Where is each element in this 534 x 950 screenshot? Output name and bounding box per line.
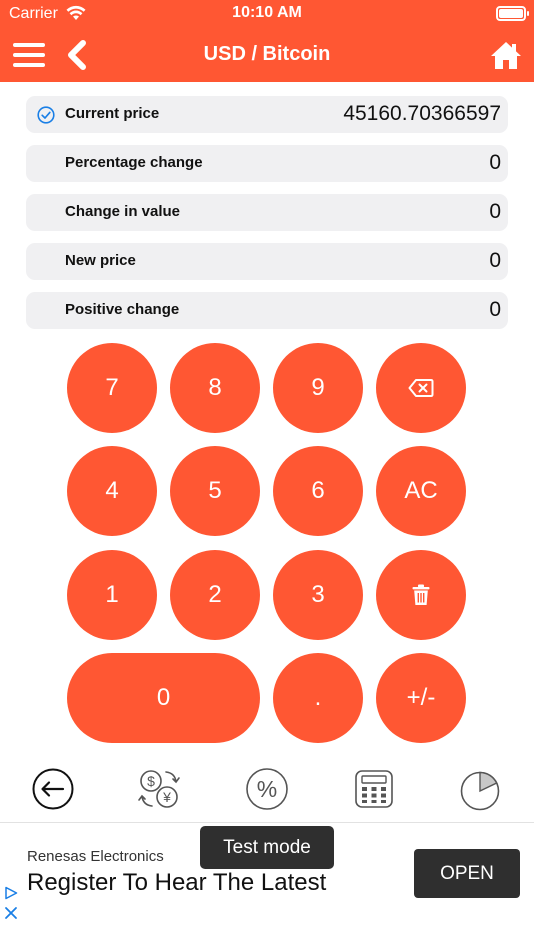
clear-button[interactable]: AC bbox=[376, 446, 466, 536]
field-label: Percentage change bbox=[65, 154, 203, 171]
field-new-price[interactable]: New price 0 bbox=[26, 243, 508, 280]
battery-icon bbox=[496, 6, 529, 21]
ad-open-button[interactable]: OPEN bbox=[414, 849, 520, 898]
home-icon[interactable] bbox=[490, 40, 522, 70]
svg-text:%: % bbox=[257, 776, 277, 802]
nav-bar: USD / Bitcoin bbox=[0, 28, 534, 82]
calculator-icon[interactable] bbox=[352, 767, 396, 811]
field-label: Positive change bbox=[65, 301, 180, 318]
field-value: 0 bbox=[489, 200, 501, 223]
delete-button[interactable] bbox=[376, 550, 466, 640]
ad-choices-icon[interactable] bbox=[4, 886, 18, 900]
back-arrow-icon[interactable] bbox=[31, 767, 75, 811]
key-9[interactable]: 9 bbox=[273, 343, 363, 433]
key-5[interactable]: 5 bbox=[170, 446, 260, 536]
field-label: Current price bbox=[65, 105, 160, 122]
field-percentage-change[interactable]: Percentage change 0 bbox=[26, 145, 508, 182]
bottom-safe-area bbox=[0, 924, 534, 950]
field-value: 0 bbox=[489, 151, 501, 174]
status-bar: Carrier 10:10 AM bbox=[0, 0, 534, 28]
field-current-price[interactable]: Current price 45160.70366597 bbox=[26, 96, 508, 133]
key-0[interactable]: 0 bbox=[67, 653, 260, 743]
key-6[interactable]: 6 bbox=[273, 446, 363, 536]
svg-text:¥: ¥ bbox=[162, 789, 171, 805]
key-3[interactable]: 3 bbox=[273, 550, 363, 640]
clock: 10:10 AM bbox=[232, 4, 302, 21]
ad-headline[interactable]: Register To Hear The Latest bbox=[27, 869, 326, 897]
key-sign[interactable]: +/- bbox=[376, 653, 466, 743]
page-title: USD / Bitcoin bbox=[203, 43, 331, 65]
field-change-in-value[interactable]: Change in value 0 bbox=[26, 194, 508, 231]
key-2[interactable]: 2 bbox=[170, 550, 260, 640]
svg-text:$: $ bbox=[147, 773, 155, 789]
check-circle-icon bbox=[37, 106, 55, 124]
field-value: 0 bbox=[489, 249, 501, 272]
pie-chart-icon[interactable] bbox=[458, 767, 502, 811]
field-label: Change in value bbox=[65, 203, 181, 220]
test-mode-badge: Test mode bbox=[200, 826, 334, 869]
trash-icon bbox=[412, 584, 430, 605]
currency-exchange-icon[interactable]: $ ¥ bbox=[137, 767, 181, 811]
backspace-icon bbox=[408, 379, 434, 397]
key-1[interactable]: 1 bbox=[67, 550, 157, 640]
field-positive-change[interactable]: Positive change 0 bbox=[26, 292, 508, 329]
backspace-button[interactable] bbox=[376, 343, 466, 433]
key-4[interactable]: 4 bbox=[67, 446, 157, 536]
key-7[interactable]: 7 bbox=[67, 343, 157, 433]
field-label: New price bbox=[65, 252, 136, 269]
close-icon[interactable] bbox=[4, 906, 18, 920]
field-value: 0 bbox=[489, 298, 501, 321]
field-value: 45160.70366597 bbox=[343, 102, 501, 125]
key-decimal[interactable]: . bbox=[273, 653, 363, 743]
ad-sponsor: Renesas Electronics bbox=[27, 848, 164, 865]
key-8[interactable]: 8 bbox=[170, 343, 260, 433]
percent-icon[interactable]: % bbox=[245, 767, 289, 811]
